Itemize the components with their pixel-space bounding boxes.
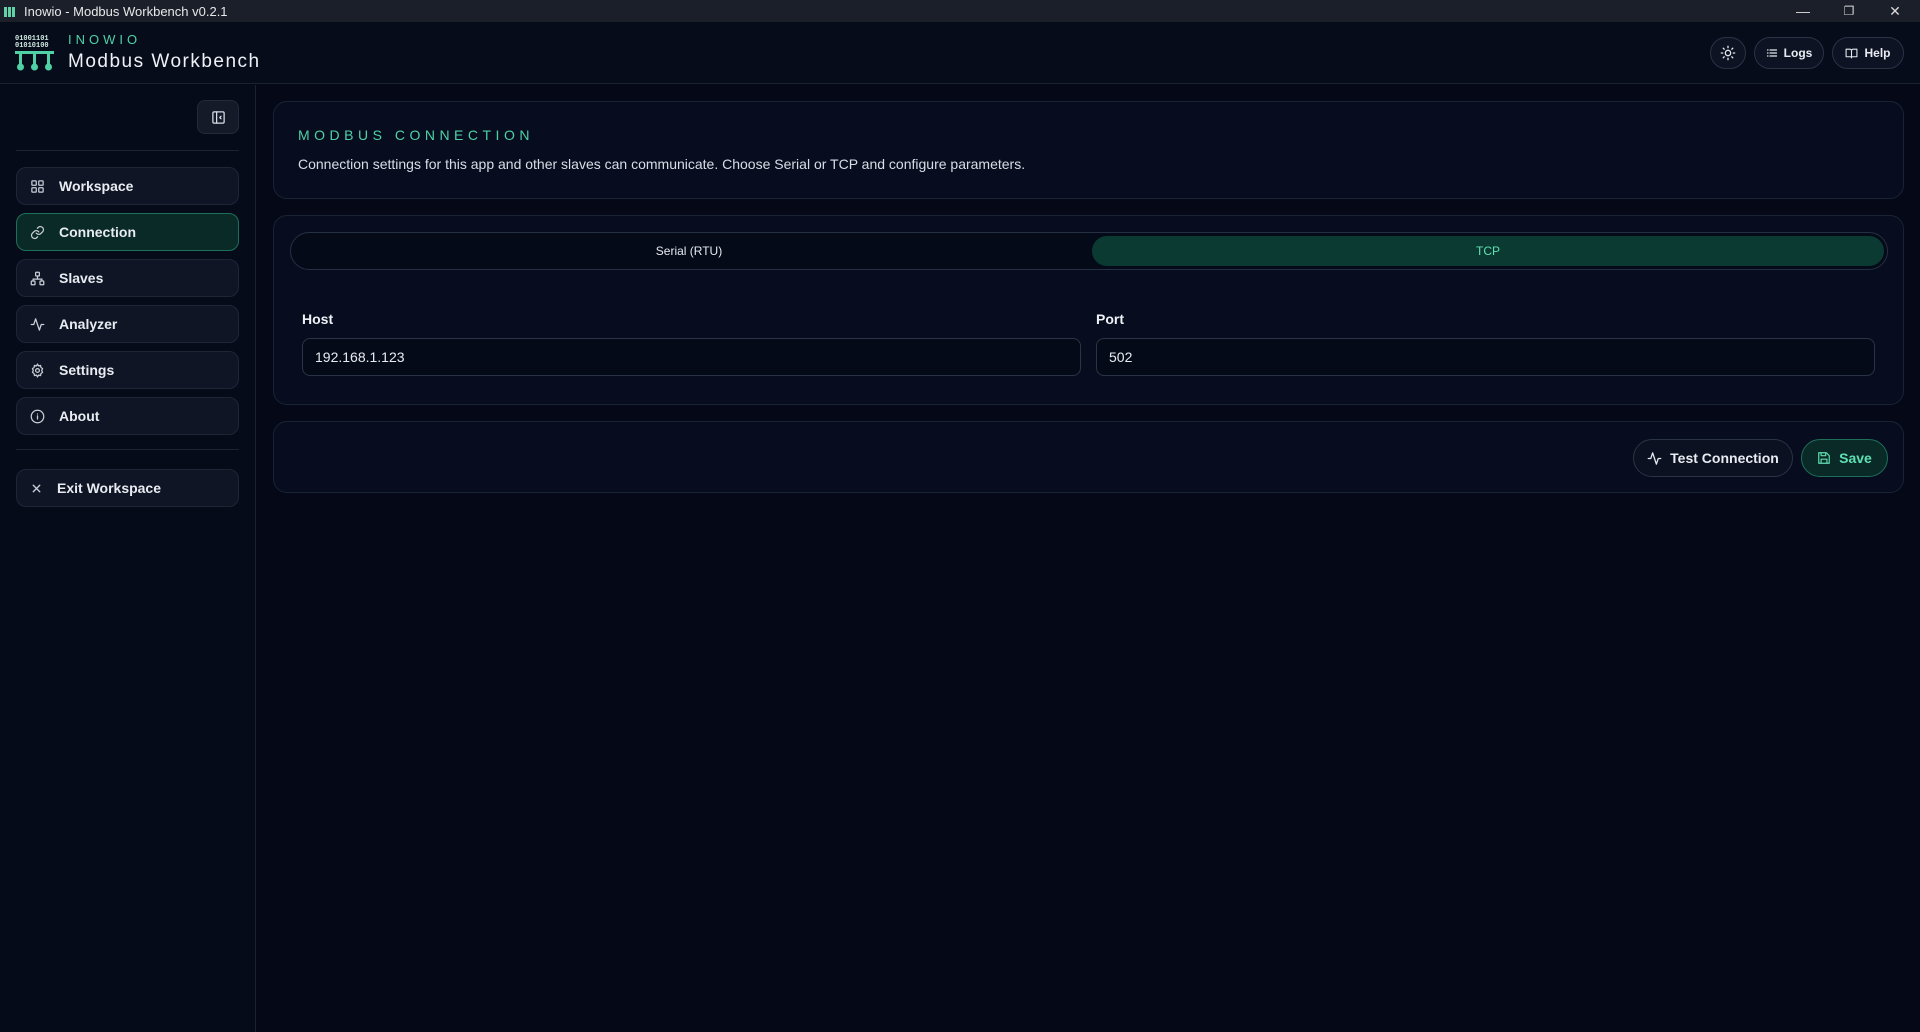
logo: 01001101 01010100 (14, 32, 56, 76)
sidebar-item-label: About (59, 408, 100, 424)
port-input[interactable] (1096, 338, 1875, 376)
brand-company: INOWIO (68, 32, 142, 47)
panel-left-icon (211, 110, 225, 124)
maximize-button[interactable]: ❐ (1826, 0, 1872, 22)
app-header: 01001101 01010100 INOWIO Modbus Workbenc… (0, 22, 1920, 84)
exit-workspace-button[interactable]: Exit Workspace (16, 469, 239, 507)
sidebar-item-label: Settings (59, 362, 115, 378)
sidebar-divider (16, 449, 239, 450)
book-icon (1846, 48, 1858, 58)
app-icon (4, 5, 18, 17)
gear-icon (31, 362, 44, 378)
mode-option-serial[interactable]: Serial (RTU) (294, 236, 1084, 266)
network-icon (30, 271, 45, 285)
sidebar: Workspace Connection Slaves Analyzer Set… (0, 85, 256, 1032)
save-button[interactable]: Save (1801, 439, 1888, 477)
sidebar-item-connection[interactable]: Connection (16, 213, 239, 251)
close-icon (32, 484, 41, 492)
activity-icon (1647, 451, 1662, 465)
section-description: Connection settings for this app and oth… (298, 156, 1026, 172)
logo-mark: 01001101 01010100 (15, 35, 54, 71)
test-connection-label: Test Connection (1670, 450, 1779, 466)
connection-settings-card: Serial (RTU) TCP Host Port (273, 215, 1904, 405)
host-input[interactable] (302, 338, 1081, 376)
actions-card: Test Connection Save (273, 421, 1904, 493)
save-icon (1818, 452, 1830, 464)
logo-bits-bottom: 01010100 (15, 42, 49, 50)
brand-title: Modbus Workbench (68, 51, 261, 72)
port-label: Port (1096, 311, 1124, 327)
sidebar-divider (16, 150, 239, 151)
mode-selector: Serial (RTU) TCP (290, 232, 1888, 270)
theme-toggle-button[interactable] (1710, 37, 1746, 69)
info-icon (30, 409, 45, 423)
sidebar-item-analyzer[interactable]: Analyzer (16, 305, 239, 343)
exit-workspace-label: Exit Workspace (57, 480, 162, 496)
sidebar-item-label: Workspace (59, 178, 134, 194)
grid-icon (31, 179, 44, 193)
sidebar-item-workspace[interactable]: Workspace (16, 167, 239, 205)
sidebar-item-about[interactable]: About (16, 397, 239, 435)
help-button[interactable]: Help (1832, 37, 1904, 69)
sidebar-item-settings[interactable]: Settings (16, 351, 239, 389)
logs-label: Logs (1783, 46, 1813, 60)
save-label: Save (1839, 450, 1872, 466)
minimize-button[interactable]: — (1780, 0, 1826, 22)
window-title: Inowio - Modbus Workbench v0.2.1 (24, 3, 228, 19)
sidebar-item-label: Connection (59, 224, 136, 240)
sidebar-item-slaves[interactable]: Slaves (16, 259, 239, 297)
activity-icon (30, 317, 45, 331)
logs-button[interactable]: Logs (1754, 37, 1824, 69)
sun-icon (1720, 45, 1736, 61)
sidebar-item-label: Analyzer (59, 316, 118, 332)
host-label: Host (302, 311, 334, 327)
mode-option-tcp[interactable]: TCP (1092, 236, 1884, 266)
sidebar-collapse-button[interactable] (197, 100, 239, 134)
connection-header-card: MODBUS CONNECTION Connection settings fo… (273, 101, 1904, 199)
sidebar-item-label: Slaves (59, 270, 104, 286)
help-label: Help (1864, 46, 1891, 60)
test-connection-button[interactable]: Test Connection (1633, 439, 1793, 477)
section-title: MODBUS CONNECTION (298, 127, 534, 143)
link-icon (30, 225, 45, 239)
window-titlebar: Inowio - Modbus Workbench v0.2.1 — ❐ ✕ (0, 0, 1920, 22)
close-button[interactable]: ✕ (1872, 0, 1918, 22)
list-icon (1766, 49, 1777, 57)
